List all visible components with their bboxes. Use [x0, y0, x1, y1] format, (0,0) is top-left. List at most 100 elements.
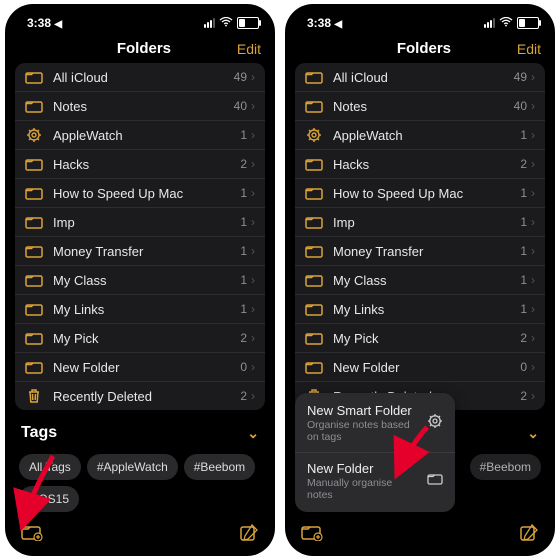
- chevron-right-icon: ›: [531, 244, 535, 258]
- chevron-down-icon: ⌄: [247, 425, 259, 442]
- list-item[interactable]: Notes40›: [15, 92, 265, 121]
- folder-count: 2: [520, 331, 527, 345]
- folder-icon: [305, 329, 323, 347]
- chevron-right-icon: ›: [531, 389, 535, 403]
- folder-label: Money Transfer: [333, 244, 520, 259]
- status-time: 3:38 ◀: [307, 16, 342, 30]
- folder-count: 40: [234, 99, 247, 113]
- folder-icon: [427, 472, 443, 490]
- chevron-right-icon: ›: [251, 273, 255, 287]
- edit-button[interactable]: Edit: [517, 41, 541, 57]
- list-item[interactable]: All iCloud49›: [15, 63, 265, 92]
- folder-label: My Pick: [333, 331, 520, 346]
- folder-count: 0: [520, 360, 527, 374]
- tag-chip[interactable]: #Beebom: [470, 454, 541, 480]
- folder-count: 1: [520, 128, 527, 142]
- chevron-right-icon: ›: [251, 99, 255, 113]
- new-folder-button[interactable]: [301, 523, 323, 548]
- new-folder-option[interactable]: New Folder Manually organise notes: [295, 453, 455, 510]
- list-item[interactable]: Notes40›: [295, 92, 545, 121]
- folder-count: 1: [520, 186, 527, 200]
- new-smart-folder-option[interactable]: New Smart Folder Organise notes based on…: [295, 395, 455, 453]
- list-item[interactable]: My Pick2 ›: [295, 324, 545, 353]
- tag-chip[interactable]: All Tags: [19, 454, 81, 480]
- folder-icon: [305, 184, 323, 202]
- folder-count: 1: [240, 186, 247, 200]
- folder-label: Money Transfer: [53, 244, 240, 259]
- folder-list[interactable]: All iCloud49›Notes40›AppleWatch1›Hacks2›…: [295, 63, 545, 410]
- folder-count: 2: [240, 157, 247, 171]
- folder-icon: [305, 97, 323, 115]
- tag-chip[interactable]: #iOS15: [19, 486, 79, 512]
- list-item[interactable]: My Class1›: [295, 266, 545, 295]
- folder-count: 49: [514, 70, 527, 84]
- chevron-right-icon: ›: [251, 157, 255, 171]
- folder-label: My Links: [333, 302, 520, 317]
- gear-icon: [427, 413, 443, 433]
- tag-chip[interactable]: #Beebom: [184, 454, 255, 480]
- list-item[interactable]: Money Transfer1›: [295, 237, 545, 266]
- list-item[interactable]: New Folder0›: [295, 353, 545, 382]
- folder-icon: [305, 242, 323, 260]
- chevron-right-icon: ›: [531, 273, 535, 287]
- folder-count: 1: [520, 273, 527, 287]
- list-item[interactable]: My Pick2›: [15, 324, 265, 353]
- folder-count: 2: [520, 389, 527, 403]
- new-folder-button[interactable]: [21, 523, 43, 548]
- tags-header[interactable]: Tags ⌄: [5, 410, 275, 450]
- chevron-right-icon: ›: [251, 331, 255, 345]
- folder-label: Imp: [333, 215, 520, 230]
- compose-button[interactable]: [239, 523, 259, 548]
- chevron-right-icon: ›: [531, 186, 535, 200]
- folder-icon: [305, 155, 323, 173]
- folder-label: Hacks: [333, 157, 520, 172]
- chevron-down-icon: ⌄: [527, 425, 539, 442]
- folder-icon: [25, 300, 43, 318]
- folder-icon: [25, 68, 43, 86]
- chevron-right-icon: ›: [531, 215, 535, 229]
- folder-icon: [25, 358, 43, 376]
- list-item[interactable]: My Links1›: [295, 295, 545, 324]
- list-item[interactable]: How to Speed Up Mac1 ›: [295, 179, 545, 208]
- chevron-right-icon: ›: [531, 331, 535, 345]
- list-item[interactable]: New Folder0›: [15, 353, 265, 382]
- list-item[interactable]: Imp1›: [295, 208, 545, 237]
- folder-count: 2: [240, 389, 247, 403]
- list-item[interactable]: Recently Deleted2›: [15, 382, 265, 410]
- list-item[interactable]: My Class1›: [15, 266, 265, 295]
- list-item[interactable]: Hacks2 ›: [15, 150, 265, 179]
- status-bar: 3:38 ◀: [5, 4, 275, 36]
- compose-button[interactable]: [519, 523, 539, 548]
- list-item[interactable]: Hacks2›: [295, 150, 545, 179]
- list-item[interactable]: Imp1›: [15, 208, 265, 237]
- chevron-right-icon: ›: [251, 70, 255, 84]
- folder-label: Hacks: [53, 157, 240, 172]
- folder-icon: [305, 213, 323, 231]
- folder-label: How to Speed Up Mac: [333, 186, 520, 201]
- list-item[interactable]: AppleWatch1›: [15, 121, 265, 150]
- folder-count: 1: [240, 215, 247, 229]
- list-item[interactable]: How to Speed Up Mac1›: [15, 179, 265, 208]
- folder-icon: [25, 155, 43, 173]
- folder-icon: [305, 358, 323, 376]
- gear-icon: [25, 126, 43, 144]
- folder-label: New Folder: [53, 360, 240, 375]
- chevron-right-icon: ›: [251, 302, 255, 316]
- folder-count: 49: [234, 70, 247, 84]
- folder-icon: [305, 271, 323, 289]
- folder-count: 2: [240, 331, 247, 345]
- chevron-right-icon: ›: [531, 128, 535, 142]
- edit-button[interactable]: Edit: [237, 41, 261, 57]
- folder-count: 1: [240, 244, 247, 258]
- chevron-right-icon: ›: [251, 128, 255, 142]
- list-item[interactable]: Money Transfer1›: [15, 237, 265, 266]
- folder-label: My Links: [53, 302, 240, 317]
- gear-icon: [305, 126, 323, 144]
- folder-label: All iCloud: [333, 70, 514, 85]
- wifi-icon: [219, 16, 233, 30]
- list-item[interactable]: AppleWatch1›: [295, 121, 545, 150]
- list-item[interactable]: All iCloud49›: [295, 63, 545, 92]
- list-item[interactable]: My Links1›: [15, 295, 265, 324]
- tag-chip[interactable]: #AppleWatch: [87, 454, 178, 480]
- folder-list[interactable]: All iCloud49›Notes40›AppleWatch1›Hacks2›…: [15, 63, 265, 410]
